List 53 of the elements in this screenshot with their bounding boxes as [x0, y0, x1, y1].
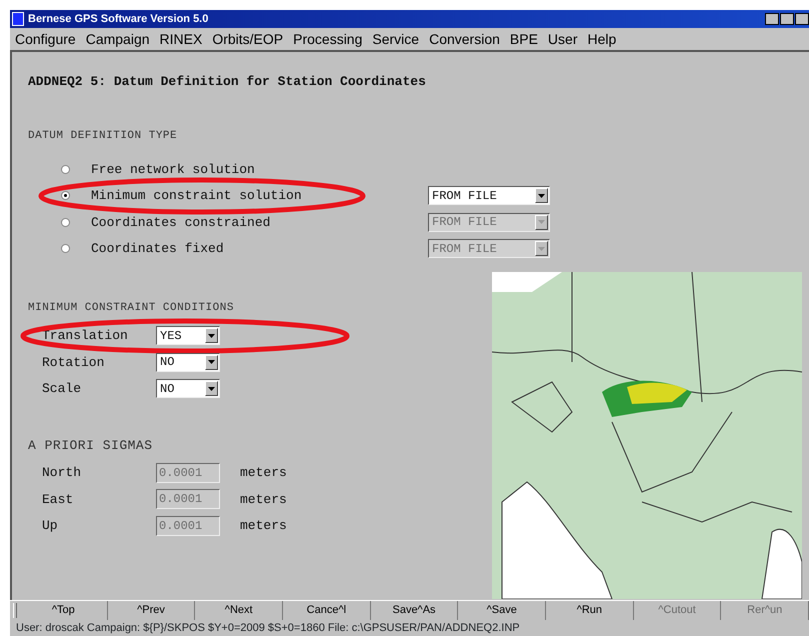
number-field: 0.0001	[156, 462, 220, 483]
number-field: 0.0001	[156, 489, 220, 510]
radio-button[interactable]	[61, 244, 70, 254]
close-button[interactable]	[795, 13, 809, 25]
dropdown[interactable]: NO	[156, 379, 220, 398]
radio-button[interactable]	[61, 191, 70, 200]
menu-item[interactable]: RINEX	[154, 28, 208, 50]
number-field: 0.0001	[156, 516, 220, 536]
field-label: Translation	[42, 327, 129, 345]
caret-icon	[208, 360, 215, 364]
menu-item[interactable]: Help	[582, 28, 622, 50]
window-title: Bernese GPS Software Version 5.0	[28, 12, 208, 27]
menu-item[interactable]: Conversion	[424, 28, 505, 50]
minimize-button[interactable]	[765, 13, 779, 25]
panel-title: ADDNEQ2 5: Datum Definition for Station Coordinates	[28, 73, 427, 91]
dropdown: FROM FILE	[428, 212, 550, 232]
status-bar: User: droscak Campaign: ${P}/SKPOS $Y+0=2009 $S+0=1860 File: c:\GPSUSER/PAN/ADDNEQ2.INP	[10, 620, 809, 636]
option-label: Free network solution	[91, 160, 256, 178]
field-label: Scale	[42, 380, 82, 398]
radio-button[interactable]	[61, 218, 70, 227]
section-heading: DATUM DEFINITION TYPE	[28, 128, 178, 144]
option-label: Coordinates fixed	[91, 240, 225, 258]
menu-item[interactable]: User	[542, 28, 582, 50]
option-label: Coordinates constrained	[91, 214, 272, 232]
menu-item[interactable]: Processing	[288, 28, 368, 50]
dropdown[interactable]: YES	[156, 326, 220, 346]
dropdown: FROM FILE	[428, 239, 550, 258]
menu-item[interactable]: Service	[367, 28, 424, 50]
field-label: East	[42, 490, 74, 508]
radio-button[interactable]	[61, 164, 70, 174]
unit-label: meters	[240, 490, 287, 508]
unit-label: meters	[240, 464, 287, 482]
menu-item[interactable]: Campaign	[80, 28, 155, 50]
maximize-button[interactable]	[780, 13, 794, 25]
dropdown[interactable]: FROM FILE	[428, 186, 550, 206]
dropdown[interactable]: NO	[156, 352, 220, 372]
field-label: Up	[42, 517, 59, 535]
field-label: North	[42, 464, 82, 482]
field-label: Rotation	[42, 354, 106, 372]
toolbar-grip[interactable]	[13, 603, 17, 618]
caret-icon	[538, 194, 545, 198]
caret-icon	[208, 334, 215, 338]
section-heading: MINIMUM CONSTRAINT CONDITIONS	[28, 301, 235, 316]
menu-item[interactable]: Configure	[10, 28, 81, 50]
app-icon	[12, 12, 24, 26]
unit-label: meters	[240, 517, 287, 535]
option-label: Minimum constraint solution	[91, 187, 303, 205]
menu-item[interactable]: Orbits/EOP	[207, 28, 288, 50]
menu-item[interactable]: BPE	[504, 28, 543, 50]
caret-icon	[538, 246, 545, 251]
caret-icon	[208, 386, 215, 391]
caret-icon	[538, 220, 545, 224]
section-heading: A PRIORI SIGMAS	[28, 437, 154, 455]
